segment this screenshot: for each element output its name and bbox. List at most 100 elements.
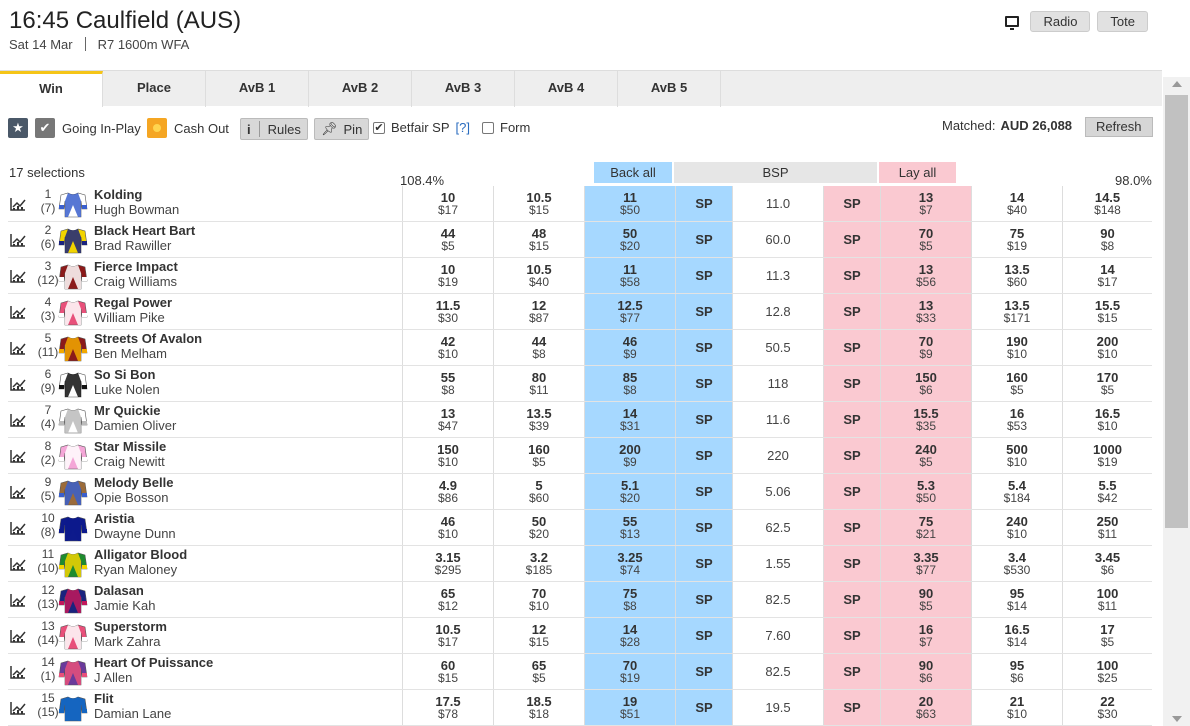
lay-sp-button[interactable]: SP: [823, 546, 880, 581]
star-icon[interactable]: ★: [8, 118, 28, 138]
runner-name[interactable]: Mr Quickie: [94, 403, 160, 418]
chart-icon[interactable]: [10, 449, 26, 463]
back-sp-button[interactable]: SP: [675, 186, 732, 221]
back-price-cell[interactable]: 160 $5: [493, 438, 584, 473]
lay-price-cell[interactable]: 16 $7: [880, 618, 971, 653]
lay-price-cell[interactable]: 13.5 $171: [971, 294, 1062, 329]
back-price-cell[interactable]: 85 $8: [584, 366, 675, 401]
lay-sp-button[interactable]: SP: [823, 402, 880, 437]
runner-name[interactable]: Melody Belle: [94, 475, 173, 490]
lay-price-cell[interactable]: 16.5 $10: [1062, 402, 1152, 437]
back-price-cell[interactable]: 55 $13: [584, 510, 675, 545]
lay-price-cell[interactable]: 75 $19: [971, 222, 1062, 257]
lay-sp-button[interactable]: SP: [823, 222, 880, 257]
back-price-cell[interactable]: 70 $10: [493, 582, 584, 617]
back-price-cell[interactable]: 5 $60: [493, 474, 584, 509]
back-all-button[interactable]: Back all: [594, 162, 672, 183]
lay-price-cell[interactable]: 13 $33: [880, 294, 971, 329]
back-price-cell[interactable]: 42 $10: [402, 330, 493, 365]
back-price-cell[interactable]: 14 $28: [584, 618, 675, 653]
form-toggle[interactable]: Form: [482, 120, 530, 135]
back-sp-button[interactable]: SP: [675, 618, 732, 653]
back-price-cell[interactable]: 13 $47: [402, 402, 493, 437]
lay-sp-button[interactable]: SP: [823, 510, 880, 545]
tab-win[interactable]: Win: [0, 71, 103, 107]
tab-avb-5[interactable]: AvB 5: [618, 71, 721, 107]
monitor-icon[interactable]: [1005, 16, 1020, 30]
betfair-sp-checkbox[interactable]: ✔: [373, 121, 385, 134]
lay-sp-button[interactable]: SP: [823, 294, 880, 329]
lay-price-cell[interactable]: 100 $25: [1062, 654, 1152, 689]
lay-price-cell[interactable]: 3.4 $530: [971, 546, 1062, 581]
back-sp-button[interactable]: SP: [675, 582, 732, 617]
lay-price-cell[interactable]: 240 $5: [880, 438, 971, 473]
back-price-cell[interactable]: 18.5 $18: [493, 690, 584, 725]
back-sp-button[interactable]: SP: [675, 222, 732, 257]
back-price-cell[interactable]: 13.5 $39: [493, 402, 584, 437]
lay-price-cell[interactable]: 500 $10: [971, 438, 1062, 473]
lay-price-cell[interactable]: 1000 $19: [1062, 438, 1152, 473]
refresh-button[interactable]: Refresh: [1085, 117, 1153, 137]
lay-sp-button[interactable]: SP: [823, 618, 880, 653]
back-sp-button[interactable]: SP: [675, 438, 732, 473]
lay-price-cell[interactable]: 5.4 $184: [971, 474, 1062, 509]
back-price-cell[interactable]: 50 $20: [493, 510, 584, 545]
back-sp-button[interactable]: SP: [675, 258, 732, 293]
back-price-cell[interactable]: 10 $19: [402, 258, 493, 293]
chart-icon[interactable]: [10, 269, 26, 283]
lay-price-cell[interactable]: 90 $5: [880, 582, 971, 617]
chart-icon[interactable]: [10, 413, 26, 427]
lay-price-cell[interactable]: 5.3 $50: [880, 474, 971, 509]
lay-all-button[interactable]: Lay all: [879, 162, 956, 183]
chart-icon[interactable]: [10, 341, 26, 355]
lay-sp-button[interactable]: SP: [823, 690, 880, 725]
back-price-cell[interactable]: 4.9 $86: [402, 474, 493, 509]
lay-price-cell[interactable]: 160 $5: [971, 366, 1062, 401]
runner-name[interactable]: Star Missile: [94, 439, 166, 454]
back-price-cell[interactable]: 5.1 $20: [584, 474, 675, 509]
radio-button[interactable]: Radio: [1030, 11, 1091, 32]
tab-avb-4[interactable]: AvB 4: [515, 71, 618, 107]
runner-name[interactable]: Fierce Impact: [94, 259, 178, 274]
lay-price-cell[interactable]: 14 $40: [971, 186, 1062, 221]
back-price-cell[interactable]: 11 $58: [584, 258, 675, 293]
runner-name[interactable]: Streets Of Avalon: [94, 331, 202, 346]
lay-price-cell[interactable]: 95 $14: [971, 582, 1062, 617]
back-price-cell[interactable]: 10.5 $17: [402, 618, 493, 653]
back-price-cell[interactable]: 44 $5: [402, 222, 493, 257]
back-sp-button[interactable]: SP: [675, 294, 732, 329]
chart-icon[interactable]: [10, 701, 26, 715]
lay-sp-button[interactable]: SP: [823, 258, 880, 293]
back-sp-button[interactable]: SP: [675, 690, 732, 725]
lay-price-cell[interactable]: 170 $5: [1062, 366, 1152, 401]
back-price-cell[interactable]: 65 $12: [402, 582, 493, 617]
scroll-down-arrow[interactable]: [1172, 716, 1182, 722]
lay-price-cell[interactable]: 150 $6: [880, 366, 971, 401]
runner-name[interactable]: Alligator Blood: [94, 547, 187, 562]
back-sp-button[interactable]: SP: [675, 546, 732, 581]
lay-price-cell[interactable]: 22 $30: [1062, 690, 1152, 725]
chart-icon[interactable]: [10, 485, 26, 499]
back-price-cell[interactable]: 14 $31: [584, 402, 675, 437]
lay-price-cell[interactable]: 13 $56: [880, 258, 971, 293]
back-price-cell[interactable]: 65 $5: [493, 654, 584, 689]
back-sp-button[interactable]: SP: [675, 330, 732, 365]
lay-sp-button[interactable]: SP: [823, 654, 880, 689]
lay-price-cell[interactable]: 90 $6: [880, 654, 971, 689]
back-price-cell[interactable]: 200 $9: [584, 438, 675, 473]
back-price-cell[interactable]: 50 $20: [584, 222, 675, 257]
back-sp-button[interactable]: SP: [675, 402, 732, 437]
runner-name[interactable]: Kolding: [94, 187, 142, 202]
lay-price-cell[interactable]: 20 $63: [880, 690, 971, 725]
lay-sp-button[interactable]: SP: [823, 474, 880, 509]
lay-sp-button[interactable]: SP: [823, 330, 880, 365]
back-sp-button[interactable]: SP: [675, 366, 732, 401]
back-sp-button[interactable]: SP: [675, 654, 732, 689]
back-price-cell[interactable]: 12 $87: [493, 294, 584, 329]
rules-button[interactable]: i Rules: [240, 118, 308, 140]
lay-price-cell[interactable]: 5.5 $42: [1062, 474, 1152, 509]
form-checkbox[interactable]: [482, 121, 494, 134]
back-sp-button[interactable]: SP: [675, 474, 732, 509]
runner-name[interactable]: Dalasan: [94, 583, 144, 598]
back-price-cell[interactable]: 150 $10: [402, 438, 493, 473]
